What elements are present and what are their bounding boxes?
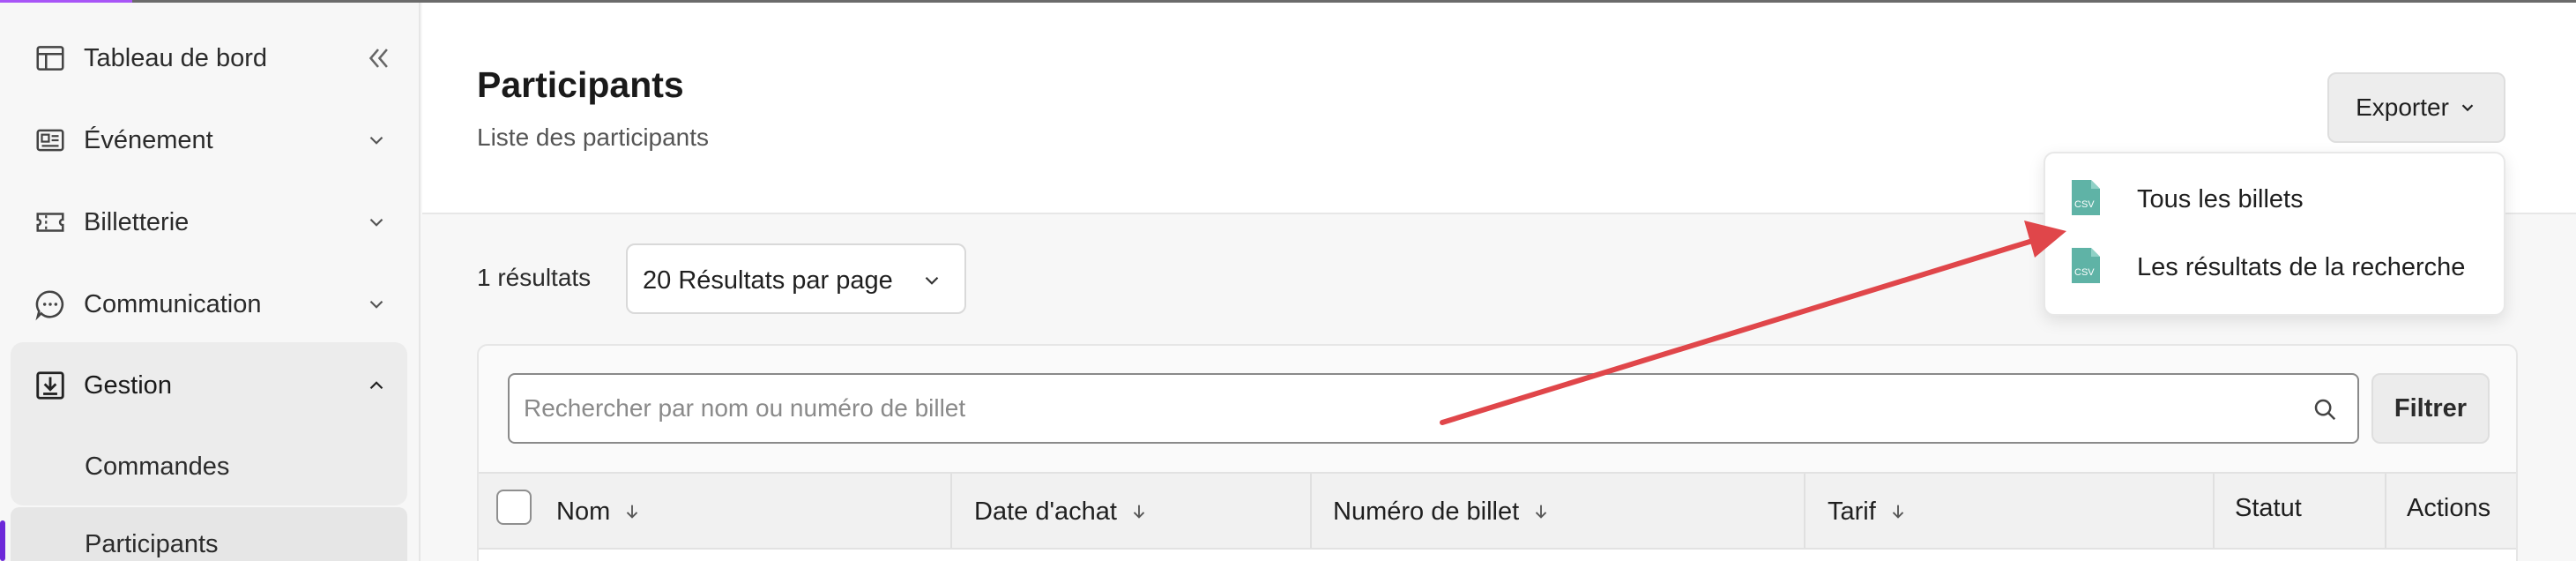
filter-button[interactable]: Filtrer: [2371, 373, 2490, 444]
sort-arrow-down-icon: [1133, 505, 1145, 519]
chevron-down-icon: [369, 300, 383, 309]
csv-icon-text: CSV: [2074, 267, 2095, 278]
column-separator: [950, 474, 952, 550]
sidebar-subitem-commandes[interactable]: Commandes: [11, 430, 407, 505]
column-header-tarif[interactable]: Tarif: [1828, 474, 1908, 550]
layout-icon: [36, 46, 64, 71]
download-box-icon: [36, 371, 64, 400]
table-header: Nom Date d'achat Numéro de billet Tarif …: [479, 470, 2516, 550]
sort-arrow-down-icon: [1892, 505, 1903, 519]
column-separator: [2213, 474, 2215, 550]
sidebar-item-evenement[interactable]: Événement: [11, 102, 407, 178]
page-title: Participants: [477, 64, 684, 105]
ticket-icon: [36, 213, 64, 232]
search-input[interactable]: [524, 375, 2287, 442]
csv-icon-text: CSV: [2074, 199, 2095, 210]
per-page-select[interactable]: 20 Résultats par page: [626, 243, 966, 314]
column-label: Actions: [2407, 493, 2491, 522]
chevron-up-icon: [369, 381, 383, 390]
column-label: Statut: [2235, 493, 2302, 522]
column-header-statut: Statut: [2235, 470, 2302, 546]
sidebar-item-label: Gestion: [84, 370, 172, 400]
chat-icon: [35, 290, 64, 321]
id-card-icon: [36, 129, 64, 152]
export-all-tickets-item[interactable]: CSV Tous les billets: [2045, 166, 2504, 233]
sidebar-item-gestion[interactable]: Gestion: [11, 348, 407, 423]
column-header-actions: Actions: [2407, 470, 2490, 546]
sidebar-item-label: Communication: [84, 289, 262, 318]
csv-file-icon: CSV: [2072, 248, 2100, 283]
sidebar-item-tableau-de-bord[interactable]: Tableau de bord: [11, 20, 407, 96]
chevron-down-icon: [2461, 104, 2474, 112]
active-indicator: [0, 520, 5, 561]
sort-arrow-down-icon: [1536, 505, 1547, 519]
export-menu-label: Les résultats de la recherche: [2137, 253, 2466, 281]
chevron-down-icon: [369, 136, 383, 145]
sidebar-item-communication[interactable]: Communication: [11, 266, 407, 342]
column-label: Date d'achat: [974, 497, 1117, 526]
per-page-label: 20 Résultats par page: [643, 266, 893, 295]
export-search-results-item[interactable]: CSV Les résultats de la recherche: [2045, 234, 2504, 301]
chevron-down-icon: [369, 218, 383, 227]
sidebar-item-label: Tableau de bord: [84, 43, 267, 72]
page-subtitle: Liste des participants: [477, 123, 710, 151]
sidebar-subitem-participants[interactable]: Participants: [11, 507, 407, 561]
column-label: Nom: [556, 497, 611, 526]
search-icon[interactable]: [2312, 396, 2338, 423]
sidebar-subitem-label: Commandes: [85, 453, 230, 481]
export-button-label: Exporter: [2356, 94, 2449, 121]
select-all-checkbox[interactable]: [496, 490, 532, 525]
table-row[interactable]: [479, 548, 2516, 561]
results-count: 1 résultats: [477, 264, 592, 291]
export-menu-label: Tous les billets: [2137, 185, 2304, 213]
column-separator: [1310, 474, 1312, 550]
column-label: Numéro de billet: [1333, 497, 1520, 526]
export-button[interactable]: Exporter: [2327, 72, 2505, 143]
sort-arrow-down-icon: [627, 505, 638, 519]
column-header-date-achat[interactable]: Date d'achat: [974, 474, 1149, 550]
column-label: Tarif: [1828, 497, 1876, 526]
csv-file-icon: CSV: [2072, 180, 2100, 215]
column-separator: [2385, 474, 2386, 550]
chevron-down-icon: [925, 276, 939, 285]
export-menu: CSV Tous les billets CSV Les résultats d…: [2044, 152, 2505, 316]
sidebar-item-label: Billetterie: [84, 207, 190, 236]
sidebar-item-billetterie[interactable]: Billetterie: [11, 184, 407, 260]
sidebar-subitem-label: Participants: [85, 530, 219, 558]
collapse-sidebar-icon[interactable]: [363, 43, 393, 73]
sidebar: Tableau de bord Événement Billetterie Co…: [0, 3, 421, 561]
column-separator: [1804, 474, 1805, 550]
sidebar-item-label: Événement: [84, 125, 213, 154]
column-header-nom[interactable]: Nom: [556, 474, 642, 550]
search-field[interactable]: [508, 373, 2359, 444]
column-header-numero-billet[interactable]: Numéro de billet: [1333, 474, 1551, 550]
